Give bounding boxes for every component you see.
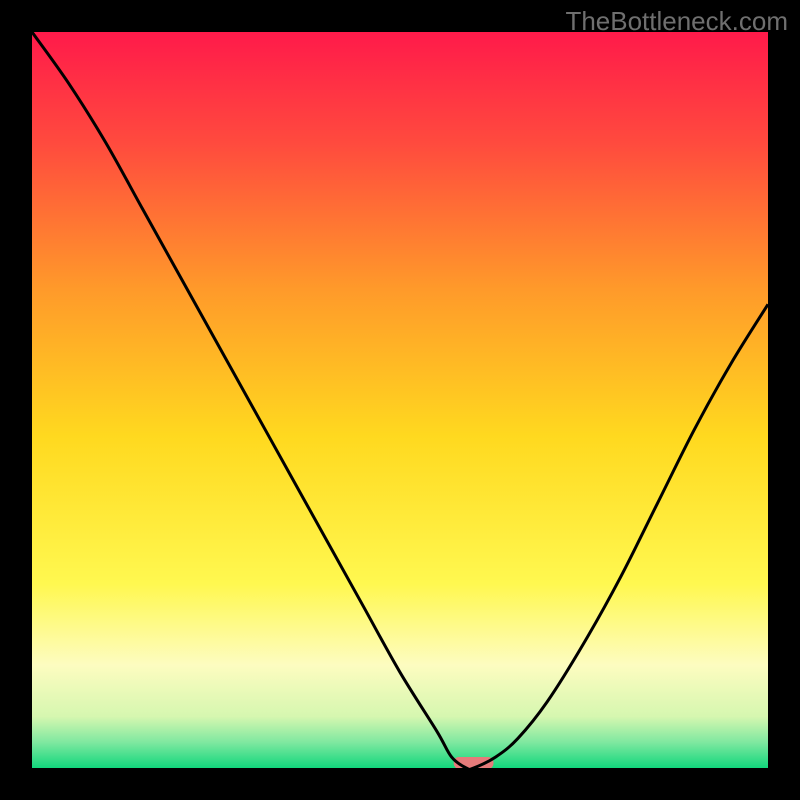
plot-background bbox=[32, 32, 768, 768]
watermark: TheBottleneck.com bbox=[565, 6, 788, 37]
chart-canvas bbox=[32, 32, 768, 768]
